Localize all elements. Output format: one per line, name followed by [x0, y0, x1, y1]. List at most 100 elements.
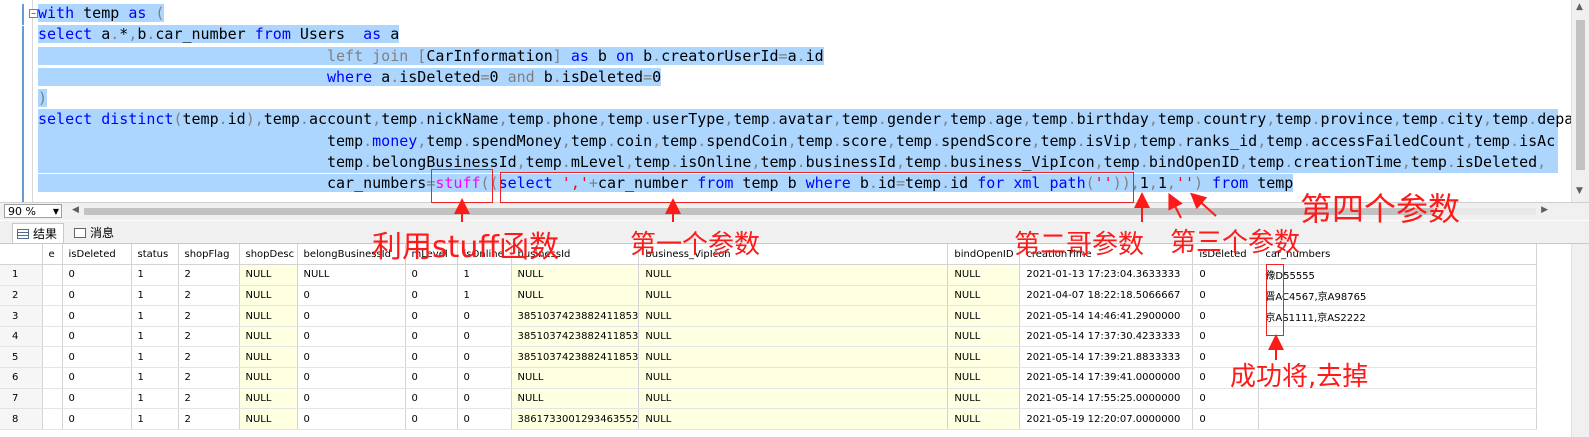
row-number[interactable]: 1: [0, 264, 43, 286]
table-cell[interactable]: 3861733001293463552: [511, 408, 640, 430]
scroll-thumb[interactable]: [84, 208, 1434, 215]
table-cell[interactable]: [42, 367, 63, 389]
table-cell[interactable]: NULL: [239, 388, 298, 410]
table-cell[interactable]: 2: [178, 326, 240, 348]
table-cell[interactable]: NULL: [947, 346, 1021, 369]
table-cell[interactable]: 0: [457, 346, 512, 369]
table-cell[interactable]: 0: [405, 346, 458, 369]
column-header-bindopenid[interactable]: bindOpenID: [947, 244, 1021, 266]
tab-messages[interactable]: 消息: [70, 223, 120, 243]
table-cell[interactable]: 0: [297, 285, 406, 307]
table-cell[interactable]: NULL: [638, 326, 949, 348]
table-cell[interactable]: 0: [457, 305, 512, 327]
table-cell[interactable]: NULL: [638, 346, 949, 369]
table-cell[interactable]: 2021-05-19 12:20:07.0000000: [1019, 408, 1194, 430]
table-cell[interactable]: NULL: [239, 408, 298, 430]
table-cell[interactable]: NULL: [947, 388, 1021, 410]
table-cell[interactable]: NULL: [239, 326, 298, 348]
table-cell[interactable]: 3851037423882411853: [511, 305, 640, 327]
column-header-shopdesc[interactable]: shopDesc: [239, 244, 298, 266]
table-cell[interactable]: 2: [178, 408, 240, 430]
table-cell[interactable]: 2: [178, 285, 240, 307]
column-header-e[interactable]: e: [42, 244, 63, 266]
scroll-down-icon[interactable]: ▼: [1576, 186, 1583, 196]
table-cell[interactable]: [42, 285, 63, 307]
table-cell[interactable]: 0: [457, 326, 512, 348]
column-header-isdeleted[interactable]: isDeleted: [62, 244, 132, 266]
table-cell[interactable]: NULL: [638, 285, 949, 307]
table-cell[interactable]: [42, 408, 63, 430]
table-cell[interactable]: 0: [62, 388, 132, 410]
table-cell[interactable]: [1258, 326, 1538, 348]
table-cell[interactable]: 0: [405, 285, 458, 307]
table-cell[interactable]: 0: [405, 408, 458, 430]
table-cell[interactable]: NULL: [511, 285, 640, 307]
table-cell[interactable]: 1: [457, 285, 512, 307]
table-cell[interactable]: [42, 326, 63, 348]
table-row[interactable]: 2 0 1 2 NULL 0 0 1 NULL NULL NULL 2021-04-07 18:22:…: [0, 285, 1538, 307]
table-row[interactable]: 3 0 1 2 NULL 0 0 0 3851037423882411853 NULL NULL 20…: [0, 305, 1538, 327]
table-cell[interactable]: 1: [131, 326, 179, 348]
zoom-select[interactable]: 90 % ▼: [4, 204, 62, 218]
table-cell[interactable]: NULL: [239, 367, 298, 389]
table-cell[interactable]: 0: [405, 388, 458, 410]
table-cell[interactable]: 2021-05-14 17:39:21.8833333: [1019, 346, 1194, 369]
table-cell[interactable]: 0: [1192, 326, 1260, 348]
table-cell[interactable]: 2021-05-14 14:46:41.2900000: [1019, 305, 1194, 327]
column-header-status[interactable]: status: [131, 244, 179, 266]
table-cell[interactable]: 晋AC4567,京A98765: [1258, 285, 1538, 307]
table-cell[interactable]: 0: [457, 408, 512, 430]
row-number[interactable]: 3: [0, 305, 43, 327]
table-row[interactable]: 1 0 1 2 NULL NULL 0 1 NULL NULL NULL 2021-01-13 17:…: [0, 264, 1538, 286]
tab-results[interactable]: 结果: [12, 223, 65, 243]
table-cell[interactable]: [1258, 408, 1538, 430]
column-header-shopflag[interactable]: shopFlag: [178, 244, 240, 266]
row-number[interactable]: 8: [0, 408, 43, 430]
table-cell[interactable]: NULL: [638, 367, 949, 389]
table-cell[interactable]: 0: [62, 326, 132, 348]
table-cell[interactable]: 0: [1192, 408, 1260, 430]
table-cell[interactable]: NULL: [638, 264, 949, 286]
table-cell[interactable]: 京AS1111,京AS2222: [1258, 305, 1538, 327]
table-cell[interactable]: NULL: [297, 264, 406, 286]
table-cell[interactable]: 2021-05-14 17:39:41.0000000: [1019, 367, 1194, 389]
table-cell[interactable]: 1: [131, 388, 179, 410]
scroll-right-icon[interactable]: ▶: [1541, 205, 1548, 215]
table-cell[interactable]: [42, 346, 63, 369]
table-cell[interactable]: 1: [131, 367, 179, 389]
row-number[interactable]: 2: [0, 285, 43, 307]
table-cell[interactable]: NULL: [511, 264, 640, 286]
table-cell[interactable]: 0: [62, 305, 132, 327]
table-cell[interactable]: 0: [297, 326, 406, 348]
table-cell[interactable]: 3851037423882411853: [511, 346, 640, 369]
grid-vertical-scrollbar[interactable]: [1571, 244, 1589, 437]
row-number[interactable]: 6: [0, 367, 43, 389]
scroll-left-icon[interactable]: ◀: [72, 205, 79, 215]
table-cell[interactable]: 1: [131, 285, 179, 307]
table-cell[interactable]: 0: [1192, 285, 1260, 307]
table-cell[interactable]: 2: [178, 367, 240, 389]
table-cell[interactable]: NULL: [239, 264, 298, 286]
table-cell[interactable]: 0: [62, 367, 132, 389]
table-cell[interactable]: 2: [178, 346, 240, 369]
table-cell[interactable]: 1: [131, 408, 179, 430]
table-cell[interactable]: 0: [297, 367, 406, 389]
table-cell[interactable]: 0: [297, 305, 406, 327]
table-cell[interactable]: 0: [405, 367, 458, 389]
table-cell[interactable]: 1: [131, 346, 179, 369]
table-cell[interactable]: 2021-01-13 17:23:04.3633333: [1019, 264, 1194, 286]
editor-vertical-scrollbar[interactable]: ▲ ▼: [1571, 0, 1589, 202]
table-cell[interactable]: [42, 388, 63, 410]
table-cell[interactable]: 1: [457, 264, 512, 286]
table-cell[interactable]: [42, 305, 63, 327]
table-cell[interactable]: NULL: [638, 388, 949, 410]
table-row[interactable]: 8 0 1 2 NULL 0 0 0 3861733001293463552 NULL NULL 20…: [0, 408, 1538, 430]
row-number[interactable]: 4: [0, 326, 43, 348]
table-cell[interactable]: NULL: [239, 346, 298, 369]
collapse-toggle-icon[interactable]: −: [29, 9, 38, 18]
table-cell[interactable]: NULL: [239, 305, 298, 327]
table-cell[interactable]: 2: [178, 264, 240, 286]
table-cell[interactable]: 0: [405, 326, 458, 348]
table-cell[interactable]: 2: [178, 388, 240, 410]
row-number[interactable]: 5: [0, 346, 43, 369]
